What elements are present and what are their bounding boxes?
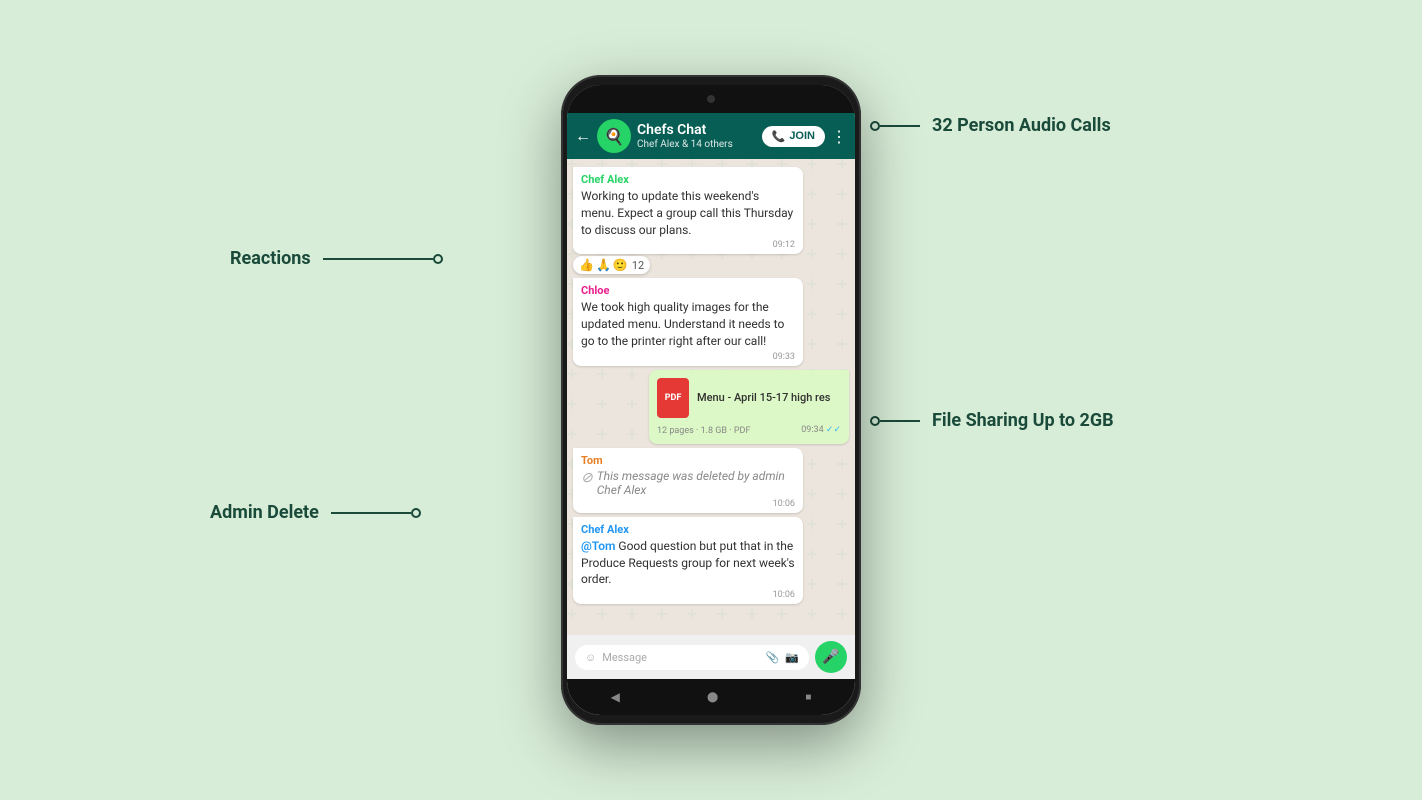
group-members: Chef Alex & 14 others: [637, 139, 756, 150]
message-time: 10:06: [581, 590, 795, 600]
group-avatar: 🍳: [597, 119, 631, 153]
phone-top-bar: [567, 85, 855, 113]
list-item: Chef Alex Working to update this weekend…: [573, 167, 803, 274]
input-bar: ☺ Message 📎 📷 🎤: [567, 635, 855, 679]
reaction-smile: 🙂: [613, 258, 628, 272]
admin-delete-annotation: Admin Delete: [210, 502, 421, 523]
message-text: @Tom Good question but put that in the P…: [581, 538, 795, 588]
deleted-icon: ⊘: [581, 470, 593, 486]
phone-icon: 📞: [772, 130, 786, 143]
phone-device: ← 🍳 Chefs Chat Chef Alex & 14 others 📞 J…: [561, 75, 861, 725]
message-bubble-received: Chef Alex Working to update this weekend…: [573, 167, 803, 254]
reactions-dot: [433, 254, 443, 264]
camera-icon[interactable]: 📷: [785, 651, 799, 664]
message-text: We took high quality images for the upda…: [581, 299, 795, 349]
list-item: Tom ⊘ This message was deleted by admin …: [573, 448, 803, 513]
nav-home-button[interactable]: ⬤: [707, 692, 718, 703]
mic-button[interactable]: 🎤: [815, 641, 847, 673]
audio-calls-label: 32 Person Audio Calls: [932, 115, 1111, 136]
list-item: Chloe We took high quality images for th…: [573, 278, 803, 365]
admin-delete-line: [331, 512, 411, 514]
admin-delete-dot: [411, 508, 421, 518]
nav-back-button[interactable]: ◀: [611, 690, 620, 704]
reaction-count: 12: [632, 259, 644, 272]
admin-delete-label: Admin Delete: [210, 502, 319, 523]
reactions-line: [323, 258, 433, 260]
pdf-icon: PDF: [657, 378, 689, 418]
pdf-info: Menu - April 15-17 high res: [697, 391, 830, 405]
chat-area: Chef Alex Working to update this weekend…: [567, 159, 855, 635]
attach-icon[interactable]: 📎: [766, 651, 780, 664]
phone-screen: ← 🍳 Chefs Chat Chef Alex & 14 others 📞 J…: [567, 85, 855, 715]
file-sharing-dot: [870, 416, 880, 426]
reaction-pray: 🙏: [596, 258, 611, 272]
back-icon[interactable]: ←: [575, 126, 591, 146]
message-time: 09:12: [581, 240, 795, 250]
deleted-message-bubble: Tom ⊘ This message was deleted by admin …: [573, 448, 803, 513]
reactions-row: 👍 🙏 🙂 12: [573, 256, 650, 274]
file-sharing-annotation: File Sharing Up to 2GB: [870, 410, 1114, 431]
file-sharing-line: [880, 420, 920, 422]
list-item: Chef Alex @Tom Good question but put tha…: [573, 517, 803, 604]
list-item: PDF Menu - April 15-17 high res 12 pages…: [649, 370, 849, 444]
audio-calls-dot: [870, 121, 880, 131]
message-time: 09:34 ✓✓: [801, 425, 841, 435]
message-input-field[interactable]: ☺ Message 📎 📷: [575, 645, 809, 670]
bottom-nav: ◀ ⬤ ■: [567, 679, 855, 715]
pdf-message-bubble: PDF Menu - April 15-17 high res 12 pages…: [649, 370, 849, 444]
sender-name: Chloe: [581, 284, 795, 297]
sender-name: Tom: [581, 454, 795, 467]
emoji-icon[interactable]: ☺: [585, 651, 596, 664]
file-sharing-label: File Sharing Up to 2GB: [932, 410, 1114, 431]
group-name: Chefs Chat: [637, 122, 756, 139]
header-info: Chefs Chat Chef Alex & 14 others: [637, 122, 756, 150]
message-placeholder: Message: [602, 651, 759, 664]
join-button[interactable]: 📞 JOIN: [762, 126, 825, 147]
sender-name: Chef Alex: [581, 173, 795, 186]
nav-square-button[interactable]: ■: [805, 692, 811, 703]
chat-header[interactable]: ← 🍳 Chefs Chat Chef Alex & 14 others 📞 J…: [567, 113, 855, 159]
message-time: 09:33: [581, 352, 795, 362]
message-time: 10:06: [581, 499, 795, 509]
pdf-title: Menu - April 15-17 high res: [697, 391, 830, 405]
reaction-thumbsup: 👍: [579, 258, 594, 272]
message-text: Working to update this weekend's menu. E…: [581, 188, 795, 238]
audio-calls-line: [880, 125, 920, 127]
reactions-annotation: Reactions: [230, 248, 443, 269]
reply-message-bubble: Chef Alex @Tom Good question but put tha…: [573, 517, 803, 604]
message-bubble-received: Chloe We took high quality images for th…: [573, 278, 803, 365]
sender-name: Chef Alex: [581, 523, 795, 536]
audio-calls-annotation: 32 Person Audio Calls: [870, 115, 1111, 136]
pdf-row: PDF Menu - April 15-17 high res: [657, 378, 841, 418]
menu-dots-icon[interactable]: ⋮: [831, 127, 847, 146]
camera-dot: [707, 95, 715, 103]
mention-tag: @Tom: [581, 539, 615, 553]
reactions-label: Reactions: [230, 248, 311, 269]
deleted-message-text: ⊘ This message was deleted by admin Chef…: [581, 469, 795, 497]
pdf-meta: 12 pages · 1.8 GB · PDF: [657, 426, 750, 436]
